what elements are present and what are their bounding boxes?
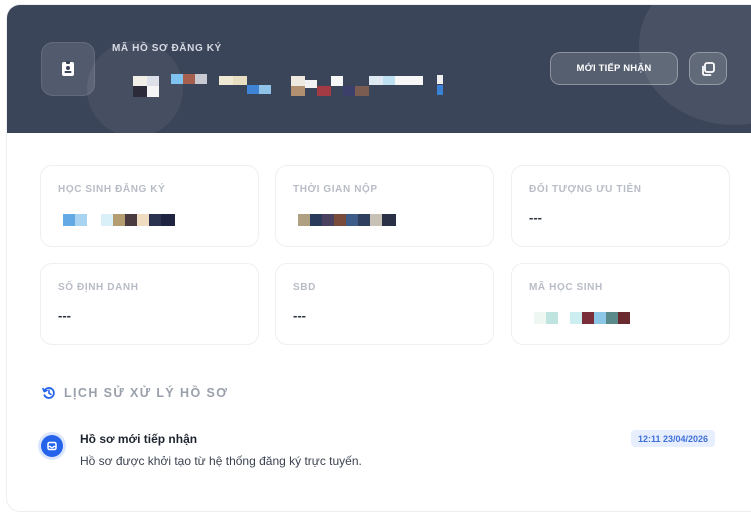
copy-icon [702,61,715,76]
id-number-value: --- [58,308,71,323]
copy-button[interactable] [689,52,727,85]
priority-box: ĐỐI TƯỢNG ƯU TIÊN --- [511,165,730,247]
history-title: LỊCH SỬ XỬ LÝ HỒ SƠ [42,386,228,400]
sbd-value: --- [293,308,306,323]
sbd-label: SBD [293,282,316,293]
student-name-redacted [63,214,175,226]
sbd-box: SBD --- [275,263,494,345]
priority-label: ĐỐI TƯỢNG ƯU TIÊN [529,184,642,195]
student-code-label: MÃ HỌC SINH [529,282,603,293]
history-title-text: LỊCH SỬ XỬ LÝ HỒ SƠ [64,386,229,400]
submit-time-label: THỜI GIAN NỘP [293,184,378,195]
priority-value: --- [529,210,542,225]
id-number-label: SỐ ĐỊNH DANH [58,282,139,293]
event-title: Hồ sơ mới tiếp nhận [80,432,198,446]
student-code-box: MÃ HỌC SINH [511,263,730,345]
inbox-icon [41,435,63,457]
submit-time-box: THỜI GIAN NỘP [275,165,494,247]
id-number-box: SỐ ĐỊNH DANH --- [40,263,259,345]
student-label: HỌC SINH ĐĂNG KÝ [58,184,166,195]
student-info-box: HỌC SINH ĐĂNG KÝ [40,165,259,247]
application-code-redacted [133,74,443,97]
application-card: MÃ HỒ SƠ ĐĂNG KÝ MỚI TIẾP NHẬN HỌC SINH … [6,4,751,512]
student-code-redacted [534,312,630,324]
card-header: MÃ HỒ SƠ ĐĂNG KÝ MỚI TIẾP NHẬN [7,5,751,133]
status-button[interactable]: MỚI TIẾP NHẬN [550,52,678,85]
event-description: Hồ sơ được khởi tạo từ hệ thống đăng ký … [80,454,362,468]
history-icon [42,387,55,399]
event-timestamp: 12:11 23/04/2026 [631,430,716,447]
submit-time-redacted [298,214,396,226]
id-badge-icon [41,42,95,96]
application-code-label: MÃ HỒ SƠ ĐĂNG KÝ [112,43,222,54]
